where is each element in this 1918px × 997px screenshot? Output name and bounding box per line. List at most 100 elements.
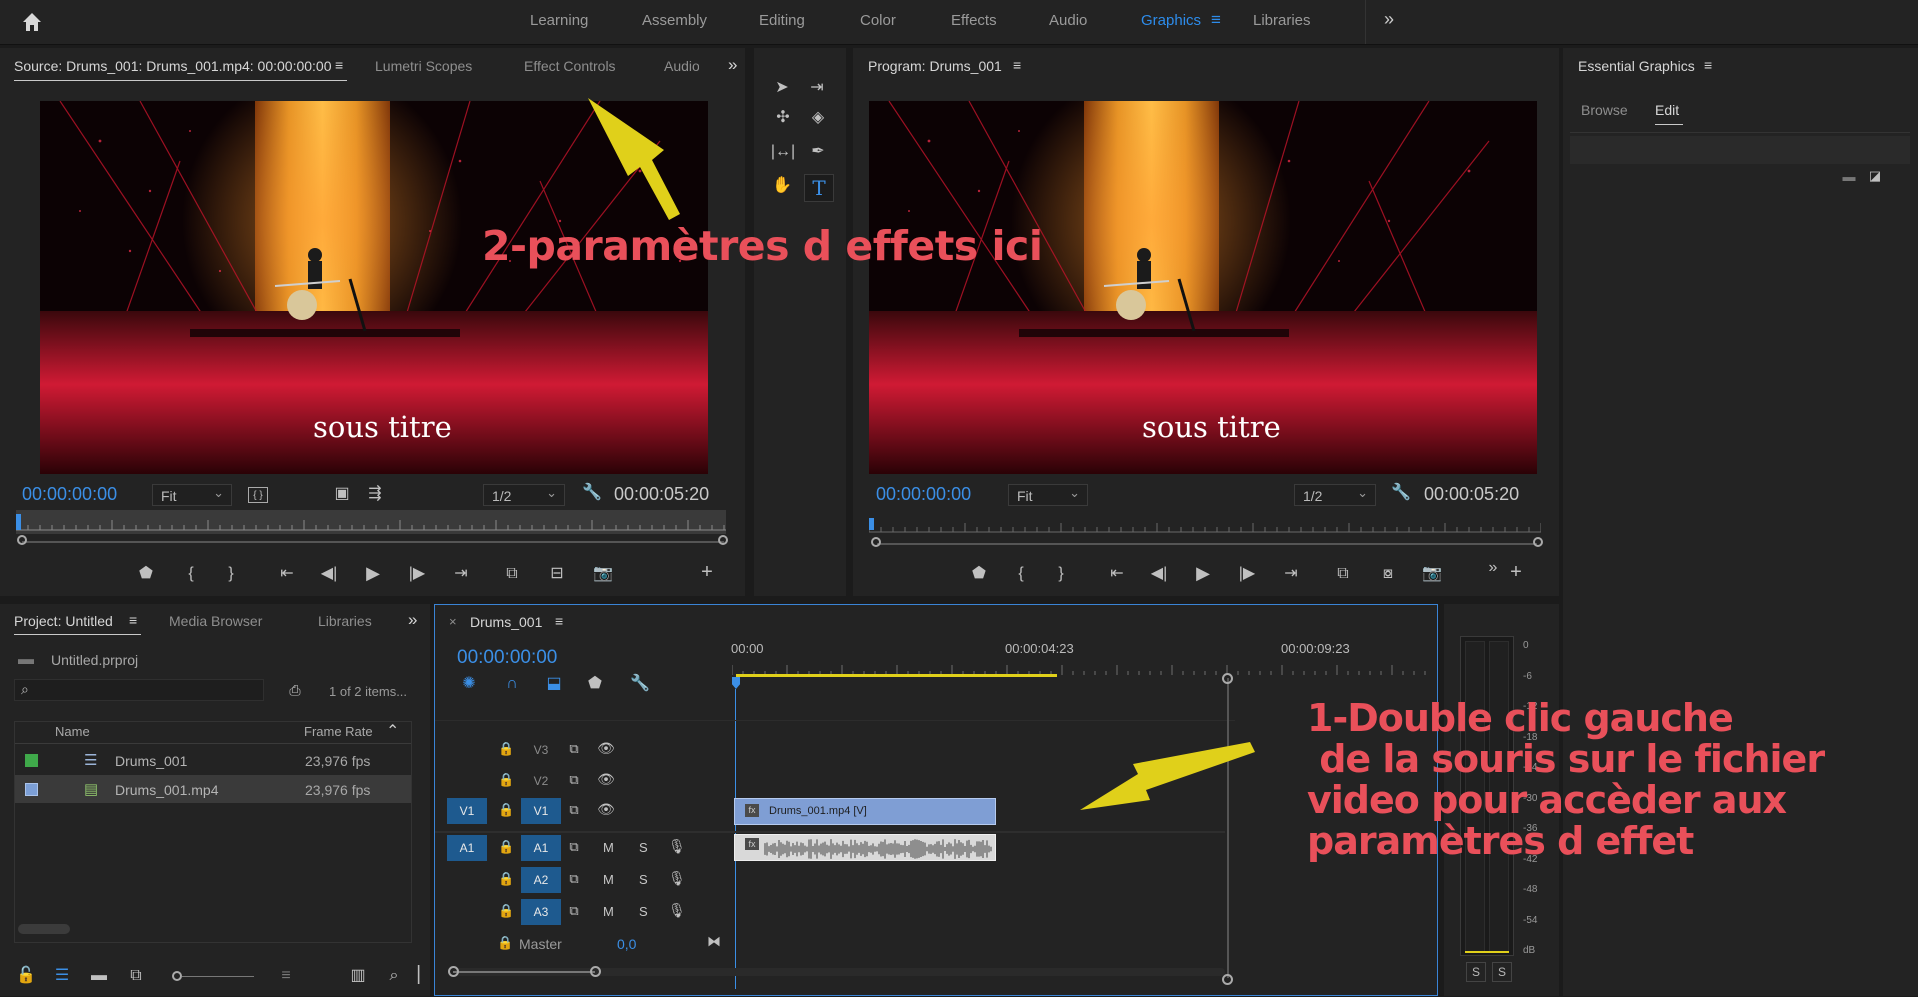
a3-target[interactable]: A3	[521, 899, 561, 925]
safe-margins-icon[interactable]: { }	[248, 487, 268, 503]
program-export-frame-icon[interactable]: 📷	[1422, 566, 1442, 582]
source-timecode-in[interactable]: 00:00:00:00	[22, 484, 117, 505]
sequence-menu-icon[interactable]: ≡	[555, 613, 563, 629]
new-layer-icon[interactable]: ◪	[1866, 168, 1884, 184]
v3-target[interactable]: V3	[521, 737, 561, 763]
workspace-libraries[interactable]: Libraries	[1253, 12, 1311, 29]
a1-lock-icon[interactable]: 🔒	[498, 839, 514, 855]
type-tool-icon[interactable]: T	[804, 174, 834, 202]
export-frame-mini-icon[interactable]: ▣	[333, 486, 351, 502]
hand-tool-icon[interactable]: ✋	[772, 178, 792, 194]
track-select-tool-icon[interactable]: ⇥	[806, 80, 828, 96]
add-marker-timeline-icon[interactable]: ⬟	[586, 676, 604, 692]
icon-view-icon[interactable]: ▬	[90, 968, 108, 984]
button-editor-plus-icon[interactable]: +	[698, 562, 716, 582]
v-scroll-handle-top[interactable]	[1222, 673, 1233, 684]
program-mark-in-icon[interactable]: {	[1012, 566, 1030, 582]
essential-graphics-menu-icon[interactable]: ≡	[1704, 57, 1712, 73]
a3-mute[interactable]: M	[603, 904, 614, 919]
more-workspaces-icon[interactable]: »	[1384, 9, 1394, 30]
tab-project-libraries[interactable]: Libraries	[318, 613, 372, 629]
new-bin-icon[interactable]: ▏	[418, 968, 430, 984]
a2-sync-lock-icon[interactable]: ⧉	[565, 871, 583, 887]
nest-toggle-icon[interactable]: ✺	[460, 676, 478, 692]
audio-clip[interactable]: fx	[734, 834, 996, 861]
sort-icons-icon[interactable]: ≡	[275, 968, 297, 984]
program-zoom-handle-right[interactable]	[1533, 537, 1543, 547]
a1-target[interactable]: A1	[521, 835, 561, 861]
workspace-color[interactable]: Color	[860, 12, 896, 29]
video-clip[interactable]: fx Drums_001.mp4 [V]	[734, 798, 996, 825]
v1-source-patch[interactable]: V1	[447, 798, 487, 824]
program-mark-out-icon[interactable]: }	[1052, 566, 1070, 582]
a3-voiceover-mic-icon[interactable]: 🎙	[668, 902, 686, 918]
v3-lock-icon[interactable]: 🔒	[498, 741, 514, 757]
program-button-editor-plus-icon[interactable]: +	[1507, 562, 1525, 582]
source-fit-dropdown[interactable]: Fit	[152, 482, 232, 506]
list-view-icon[interactable]: ☰	[51, 968, 73, 984]
step-back-icon[interactable]: ◀|	[320, 566, 338, 582]
drag-video-icon[interactable]: ⇶	[364, 486, 386, 502]
program-play-icon[interactable]: ▶	[1194, 564, 1212, 582]
timeline-timecode[interactable]: 00:00:00:00	[457, 647, 557, 669]
a2-solo[interactable]: S	[639, 872, 648, 887]
v1-lock-icon[interactable]: 🔒	[498, 802, 514, 818]
tab-project[interactable]: Project: Untitled	[14, 613, 113, 629]
master-lock-icon[interactable]: 🔒	[497, 935, 513, 951]
work-area-bar[interactable]	[736, 674, 1057, 677]
pen-tool-icon[interactable]: ✒	[808, 144, 828, 160]
v2-lock-icon[interactable]: 🔒	[498, 772, 514, 788]
v3-toggle-output-icon[interactable]: 👁	[597, 740, 615, 756]
a1-sync-lock-icon[interactable]: ⧉	[565, 839, 583, 855]
workspace-learning[interactable]: Learning	[530, 12, 588, 29]
razor-tool-icon[interactable]: ◈	[808, 110, 828, 126]
tab-audio-clip-mixer[interactable]: Audio	[664, 58, 699, 74]
program-go-to-in-icon[interactable]: ⇤	[1106, 566, 1128, 582]
play-icon[interactable]: ▶	[364, 564, 382, 582]
overwrite-icon[interactable]: ⊟	[545, 566, 569, 582]
project-horizontal-scrollbar[interactable]	[18, 924, 70, 934]
mark-out-icon[interactable]: }	[222, 566, 240, 582]
a2-mute[interactable]: M	[603, 872, 614, 887]
program-settings-wrench-icon[interactable]: 🔧	[1391, 485, 1411, 501]
tab-effect-controls[interactable]: Effect Controls	[524, 58, 616, 74]
source-zoom-bar[interactable]	[22, 541, 724, 543]
a3-solo[interactable]: S	[639, 904, 648, 919]
h-scroll-handle-right[interactable]	[590, 966, 601, 977]
mark-in-icon[interactable]: {	[182, 566, 200, 582]
v3-sync-lock-icon[interactable]: ⧉	[565, 741, 583, 757]
meter-solo-right[interactable]: S	[1492, 962, 1512, 982]
tab-lumetri-scopes[interactable]: Lumetri Scopes	[375, 58, 472, 74]
h-scroll-handle-left[interactable]	[448, 966, 459, 977]
source-resolution-dropdown[interactable]: 1/2	[483, 482, 565, 506]
layers-area[interactable]	[1570, 136, 1910, 164]
workspace-editing[interactable]: Editing	[759, 12, 805, 29]
tab-browse[interactable]: Browse	[1581, 102, 1628, 118]
program-resolution-dropdown[interactable]: 1/2	[1294, 482, 1376, 506]
source-menu-icon[interactable]: ≡	[335, 57, 343, 73]
v2-toggle-output-icon[interactable]: 👁	[597, 771, 615, 787]
go-to-master-icon[interactable]: ⧓	[705, 933, 723, 949]
home-icon[interactable]	[20, 10, 44, 34]
v2-target[interactable]: V2	[521, 768, 561, 794]
h-scroll-thumb[interactable]	[453, 971, 595, 973]
a1-source-patch[interactable]: A1	[447, 835, 487, 861]
workspace-audio[interactable]: Audio	[1049, 12, 1087, 29]
program-menu-icon[interactable]: ≡	[1013, 57, 1021, 73]
workspace-graphics[interactable]: Graphics	[1141, 12, 1201, 29]
linked-selection-icon[interactable]: ⬓	[545, 676, 563, 692]
workspace-assembly[interactable]: Assembly	[642, 12, 707, 29]
a2-voiceover-mic-icon[interactable]: 🎙	[668, 870, 686, 886]
v1-sync-lock-icon[interactable]: ⧉	[565, 802, 583, 818]
new-group-folder-icon[interactable]: ▬	[1840, 169, 1858, 185]
go-to-out-icon[interactable]: ⇥	[450, 566, 472, 582]
program-fit-dropdown[interactable]: Fit	[1008, 482, 1088, 506]
a3-sync-lock-icon[interactable]: ⧉	[565, 903, 583, 919]
program-zoom-handle-left[interactable]	[871, 537, 881, 547]
close-sequence-icon[interactable]: ×	[449, 614, 457, 629]
slip-tool-icon[interactable]: |↔|	[770, 144, 796, 160]
a1-mute[interactable]: M	[603, 840, 614, 855]
tab-program[interactable]: Program: Drums_001	[868, 58, 1002, 74]
project-overflow-icon[interactable]: »	[408, 610, 417, 630]
add-marker-icon[interactable]: ⬟	[137, 566, 155, 582]
